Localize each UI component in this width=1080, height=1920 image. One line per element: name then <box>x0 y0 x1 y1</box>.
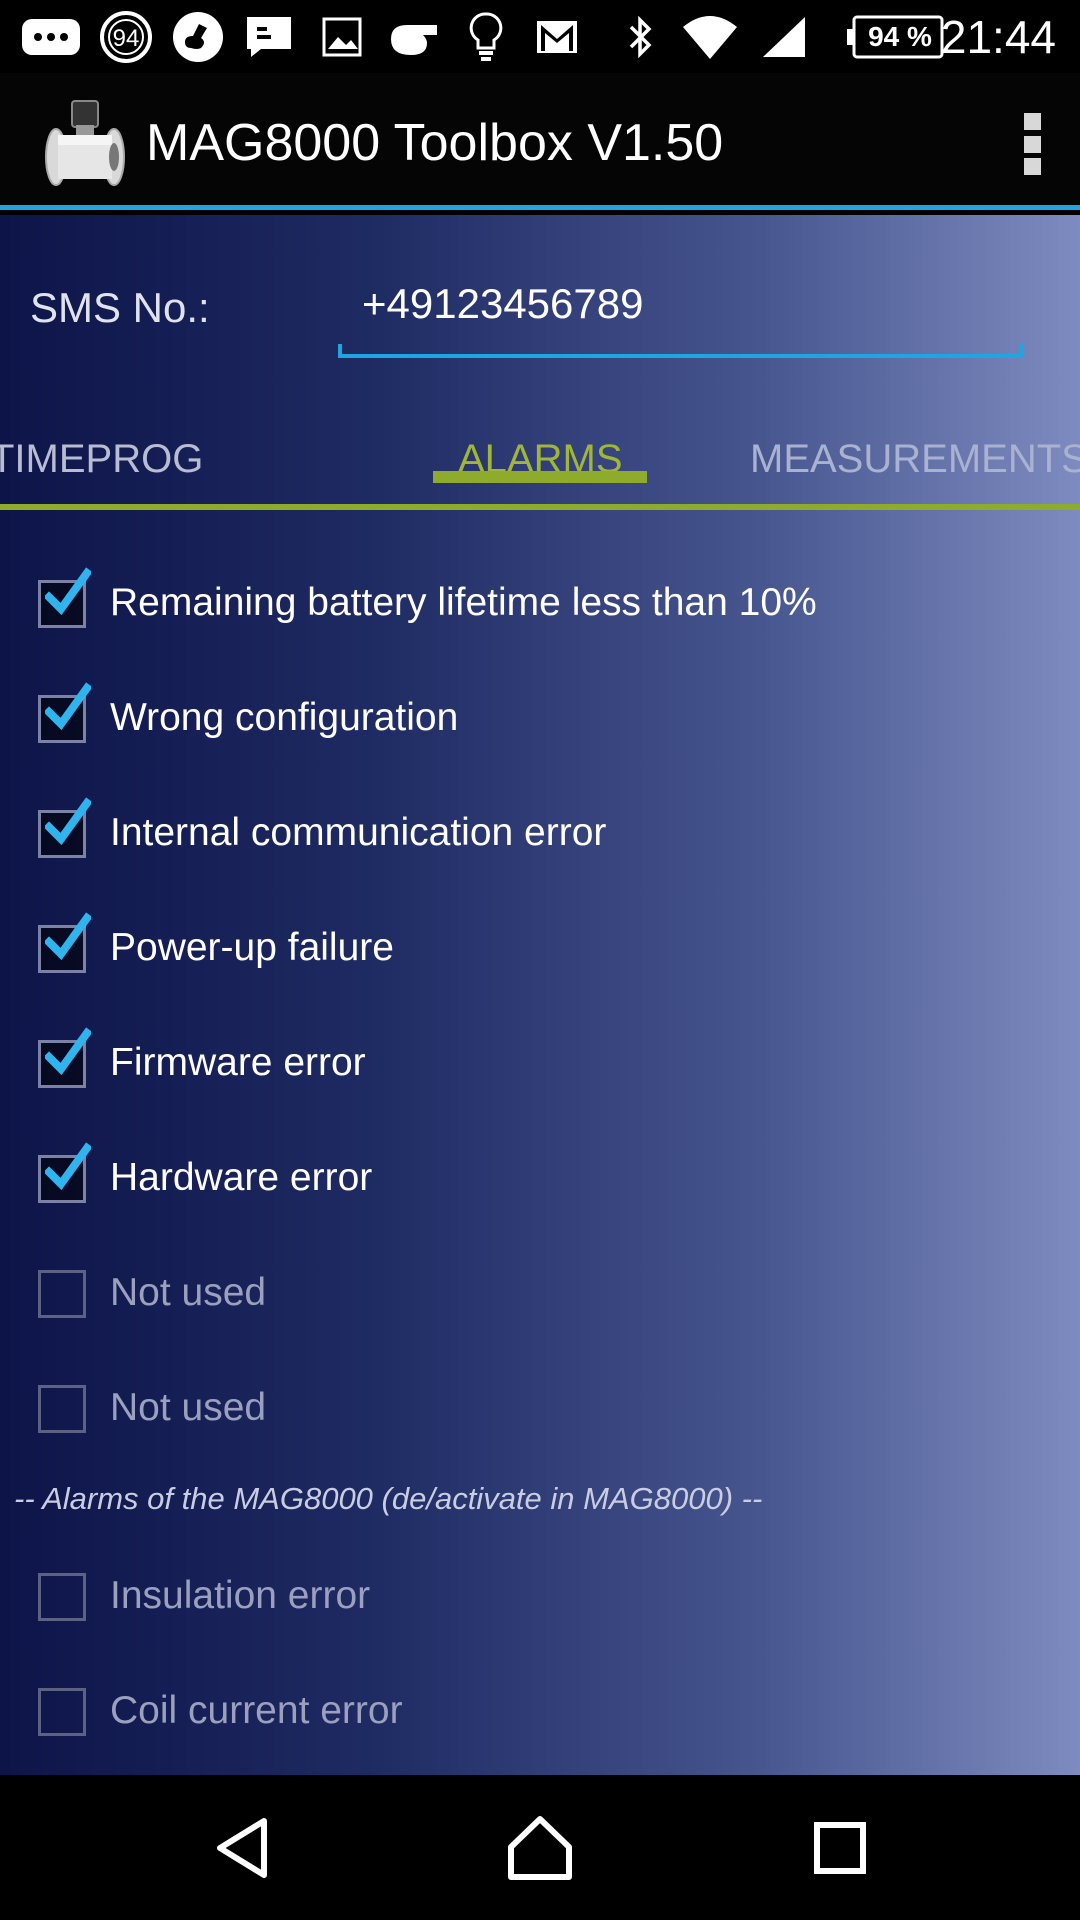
image-icon <box>320 12 364 62</box>
alarm-row[interactable]: Power-up failure <box>0 912 1080 977</box>
checkbox-checked[interactable] <box>38 1142 91 1203</box>
checkbox-checked[interactable] <box>38 912 91 973</box>
checkbox-unchecked[interactable] <box>38 1270 86 1318</box>
alarm-row[interactable]: Internal communication error <box>0 797 1080 862</box>
alarm-label: Coil current error <box>110 1689 403 1732</box>
alarm-row[interactable]: Firmware error <box>0 1027 1080 1092</box>
bluetooth-icon <box>622 12 658 62</box>
badge-94-icon: 94 <box>98 11 154 63</box>
sms-label: SMS No.: <box>30 284 210 331</box>
status-bar: 94 94 % 21:44 <box>0 0 1080 73</box>
alarm-label: Power-up failure <box>110 926 394 969</box>
alarm-label: Not used <box>110 1386 267 1429</box>
alarm-row[interactable]: Not used <box>0 1262 1080 1322</box>
tab-measurements[interactable]: MEASUREMENTS <box>750 435 1080 483</box>
tab-divider <box>0 504 1080 510</box>
battery-percent: 94 % <box>868 21 932 52</box>
clock: 21:44 <box>940 11 1056 63</box>
alarm-row[interactable]: Wrong configuration <box>0 682 1080 747</box>
recents-icon[interactable] <box>805 1813 875 1883</box>
checkbox-unchecked[interactable] <box>38 1573 86 1621</box>
checkbox-checked[interactable] <box>38 682 91 743</box>
bulb-icon <box>466 12 506 62</box>
checkbox-checked[interactable] <box>38 1027 91 1088</box>
battery-icon: 94 % <box>846 12 946 62</box>
back-icon[interactable] <box>208 1813 278 1883</box>
navigation-bar <box>0 1775 1080 1920</box>
home-icon[interactable] <box>505 1813 575 1883</box>
signal-icon <box>760 12 808 62</box>
alarm-label: Remaining battery lifetime less than 10% <box>110 581 817 624</box>
sms-number-input[interactable]: +49123456789 <box>362 279 643 329</box>
alarm-label: Internal communication error <box>110 811 607 854</box>
alarm-label: Not used <box>110 1271 267 1314</box>
checkbox-unchecked[interactable] <box>38 1688 86 1736</box>
gmail-icon <box>534 12 580 62</box>
whistle-icon <box>386 12 442 62</box>
active-tab-indicator <box>433 471 647 483</box>
message-icon <box>244 12 294 62</box>
device-alarms-note: -- Alarms of the MAG8000 (de/activate in… <box>14 1481 763 1516</box>
alarm-row[interactable]: Remaining battery lifetime less than 10% <box>0 567 1080 632</box>
checkbox-unchecked[interactable] <box>38 1385 86 1433</box>
sms-input-underline <box>338 344 1024 358</box>
wifi-icon <box>680 12 740 62</box>
checkbox-checked[interactable] <box>38 567 91 628</box>
checkbox-checked[interactable] <box>38 797 91 858</box>
alarm-row[interactable]: Insulation error <box>0 1565 1080 1625</box>
chat-icon <box>18 12 84 62</box>
app-bar: MAG8000 Toolbox V1.50 <box>0 73 1080 210</box>
svg-text:94: 94 <box>113 25 140 52</box>
music-app-icon <box>170 12 226 62</box>
alarm-label: Insulation error <box>110 1574 371 1617</box>
alarm-row[interactable]: Coil current error <box>0 1680 1080 1740</box>
alarm-label: Firmware error <box>110 1041 366 1084</box>
overflow-menu-icon[interactable] <box>1022 113 1042 175</box>
app-title: MAG8000 Toolbox V1.50 <box>146 114 724 172</box>
alarm-label: Wrong configuration <box>110 696 459 739</box>
alarm-row[interactable]: Hardware error <box>0 1142 1080 1207</box>
alarm-row[interactable]: Not used <box>0 1377 1080 1437</box>
alarms-screen: SMS No.: +49123456789 TIMEPROG ALARMS ME… <box>0 215 1080 1775</box>
flowmeter-logo-icon <box>44 97 126 189</box>
tab-timeprog[interactable]: TIMEPROG <box>0 435 210 483</box>
alarm-label: Hardware error <box>110 1156 373 1199</box>
